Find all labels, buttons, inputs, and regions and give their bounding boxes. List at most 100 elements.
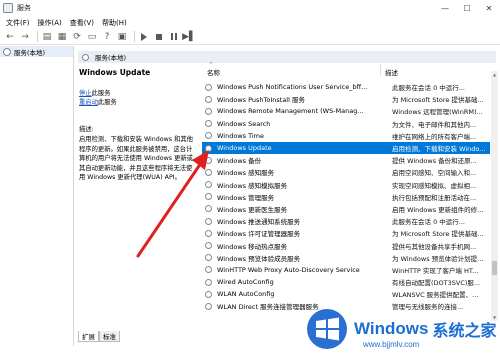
service-description: 为文件、电子邮件和其他内... xyxy=(392,120,477,129)
gear-icon xyxy=(205,193,212,201)
stop-action: 停止此服务 xyxy=(79,89,201,98)
gear-icon xyxy=(205,83,212,91)
gear-icon xyxy=(205,278,212,286)
vertical-scrollbar[interactable]: ▲ ▼ xyxy=(491,71,498,321)
scroll-up-icon[interactable]: ▲ xyxy=(491,71,498,78)
tree-item-label: 服务(本地) xyxy=(14,48,46,57)
service-row[interactable]: Windows Push Notifications User Service_… xyxy=(202,81,490,93)
gear-icon xyxy=(205,302,212,310)
gear-icon xyxy=(205,95,212,103)
close-button[interactable]: ✕ xyxy=(478,0,500,16)
stop-icon xyxy=(156,33,162,40)
window-titlebar: 服务 — ☐ ✕ xyxy=(0,0,500,16)
export-list-icon[interactable]: ▭ xyxy=(86,31,98,43)
maximize-button[interactable]: ☐ xyxy=(456,0,478,16)
service-rows: Windows Push Notifications User Service_… xyxy=(202,81,490,313)
restart-service-link[interactable]: 重启动 xyxy=(79,99,98,106)
toolbar: ← → ▤ ▦ ⟳ ▭ ? ▣ ▶▌ xyxy=(0,29,500,45)
windows-logo-icon xyxy=(307,309,347,349)
show-tree-icon[interactable]: ▤ xyxy=(41,31,53,43)
service-row[interactable]: WLAN AutoConfig WLANSVC 服务提供配置、... xyxy=(202,288,490,300)
column-divider[interactable] xyxy=(380,64,381,76)
stop-service-link[interactable]: 停止 xyxy=(79,90,92,97)
gear-icon xyxy=(3,47,11,56)
back-icon[interactable]: ← xyxy=(4,31,16,43)
menu-view[interactable]: 查看(V) xyxy=(70,18,94,28)
service-row[interactable]: Windows 许可证管理器服务 为 Microsoft Store 提供基础..… xyxy=(202,227,490,239)
description-label: 描述: xyxy=(79,126,94,133)
stop-service-button[interactable] xyxy=(153,31,165,43)
window-title: 服务 xyxy=(17,4,31,12)
start-service-button[interactable] xyxy=(138,31,150,43)
watermark-cn-text: 系统之家 xyxy=(432,321,497,340)
gear-icon xyxy=(82,53,89,61)
refresh-icon[interactable]: ⟳ xyxy=(71,31,83,43)
service-description: 启用检测、下载和安装 Windo... xyxy=(392,145,486,154)
gear-icon xyxy=(205,144,212,152)
tab-extended[interactable]: 扩展 xyxy=(78,331,99,342)
tab-standard[interactable]: 标准 xyxy=(99,331,120,342)
minimize-button[interactable]: — xyxy=(434,0,456,16)
service-description: 启用 Windows 更新组件的修... xyxy=(392,205,484,214)
panel-header: 服务(本地) xyxy=(78,51,496,63)
scrollbar-thumb[interactable] xyxy=(492,261,497,275)
service-row[interactable]: Windows 管理服务 执行包括预配和注册活动在... xyxy=(202,191,490,203)
service-name: Windows 管理服务 xyxy=(217,193,275,202)
service-row[interactable]: Windows 感知服务 启用空间感知、空间输入和... xyxy=(202,166,490,178)
gear-icon xyxy=(205,217,212,225)
service-name: Windows Search xyxy=(217,119,271,128)
forward-icon[interactable]: → xyxy=(19,31,31,43)
gear-icon xyxy=(205,181,212,189)
service-row[interactable]: Windows Search 为文件、电子邮件和其他内... xyxy=(202,118,490,130)
list-view-icon[interactable]: ▦ xyxy=(56,31,68,43)
menu-action[interactable]: 操作(A) xyxy=(38,18,62,28)
service-row[interactable]: Windows PushToInstall 服务 为 Microsoft Stor… xyxy=(202,93,490,105)
gear-icon xyxy=(205,229,212,237)
toolbar-separator xyxy=(37,31,38,42)
service-name: WinHTTP Web Proxy Auto-Discovery Service xyxy=(217,265,360,274)
gear-icon xyxy=(205,132,212,140)
service-description: 此服务在会话 0 中运行... xyxy=(392,84,465,93)
panel-header-label: 服务(本地) xyxy=(95,54,127,62)
service-row[interactable]: Windows Remote Management (WS-Manag... Wi… xyxy=(202,105,490,117)
service-row[interactable]: Windows 感知模拟服务 实现空间感知模拟、虚拟相... xyxy=(202,179,490,191)
service-name: Windows Push Notifications User Service_… xyxy=(217,83,368,92)
service-description: 执行包括预配和注册活动在... xyxy=(392,193,477,202)
menu-help[interactable]: 帮助(H) xyxy=(102,18,127,28)
service-row[interactable]: Windows 推送通知系统服务 此服务在会话 0 中运行... xyxy=(202,215,490,227)
column-header-name[interactable]: 名称 xyxy=(207,67,220,77)
restart-action: 重启动此服务 xyxy=(79,98,201,107)
restart-service-button[interactable]: ▶▌ xyxy=(182,31,196,43)
restart-suffix: 此服务 xyxy=(97,99,117,106)
stop-suffix: 此服务 xyxy=(91,90,111,97)
properties-icon[interactable]: ▣ xyxy=(116,31,128,43)
service-row[interactable]: WinHTTP Web Proxy Auto-Discovery Service… xyxy=(202,264,490,276)
menu-bar: 文件(F) 操作(A) 查看(V) 帮助(H) xyxy=(0,16,500,29)
service-description: 启用空间感知、空间输入和... xyxy=(392,169,477,178)
service-description: 为 Microsoft Store 提供基础... xyxy=(392,230,484,239)
service-description: WLANSVC 服务提供配置、... xyxy=(392,291,479,300)
service-row[interactable]: Wired AutoConfig 有线自动配置(DOT3SVC)服... xyxy=(202,276,490,288)
service-row[interactable]: Windows 预览体验成员服务 为 Windows 预览体验计划提... xyxy=(202,252,490,264)
watermark-url: www.bjjmlv.com xyxy=(363,340,420,349)
gear-icon xyxy=(205,290,212,298)
service-name: Windows 预览体验成员服务 xyxy=(217,254,301,263)
service-row[interactable]: Windows Update 启用检测、下载和安装 Windo... xyxy=(202,141,490,155)
menu-file[interactable]: 文件(F) xyxy=(6,18,30,28)
service-row[interactable]: Windows 备份 提供 Windows 备份和还原... xyxy=(202,154,490,166)
service-detail-pane: Windows Update 停止此服务 重启动此服务 描述: 启用检测、下载和… xyxy=(79,68,201,296)
help-icon[interactable]: ? xyxy=(101,31,113,43)
tree-item-services-local[interactable]: 服务(本地) xyxy=(0,46,73,57)
pause-service-button[interactable] xyxy=(168,31,180,43)
toolbar-separator xyxy=(134,31,135,42)
service-description: 提供与其他设备共享手机网... xyxy=(392,242,477,251)
service-row[interactable]: Windows Time 维护在网络上的所有客户端... xyxy=(202,130,490,142)
service-description: 为 Windows 预览体验计划提... xyxy=(392,254,484,263)
service-name: Windows 感知服务 xyxy=(217,169,275,178)
service-row[interactable]: Windows 更新医生服务 启用 Windows 更新组件的修... xyxy=(202,203,490,215)
gear-icon xyxy=(205,120,212,128)
column-header-description[interactable]: 描述 xyxy=(385,67,398,77)
service-row[interactable]: Windows 移动热点服务 提供与其他设备共享手机网... xyxy=(202,239,490,251)
gear-icon xyxy=(205,156,212,164)
service-name: Windows Remote Management (WS-Manag... xyxy=(217,107,364,116)
